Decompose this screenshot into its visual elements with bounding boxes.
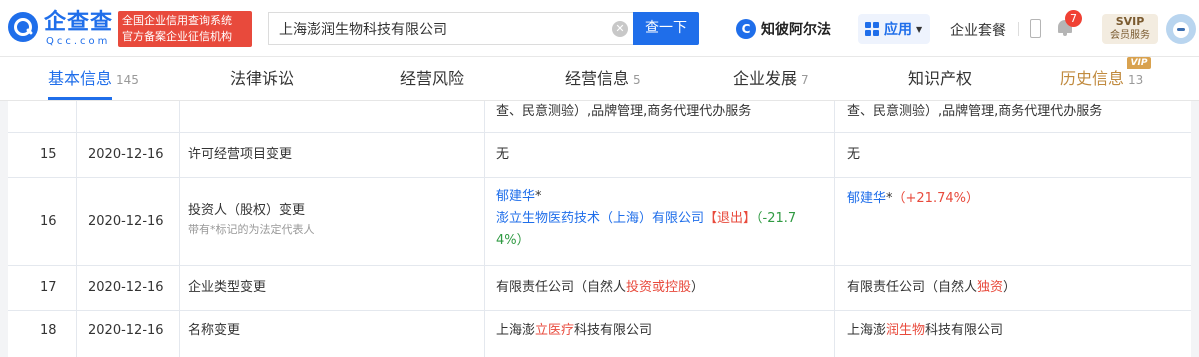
qcc-logo[interactable]: 企查查 Qcc.com [8, 10, 116, 48]
enterprise-package-link[interactable]: 企业套餐 [950, 20, 1006, 40]
investor-link[interactable]: 郁建华 [847, 191, 886, 206]
row-number: 16 [40, 214, 57, 229]
tab-count: 13 [1128, 73, 1144, 87]
zhibi-alpha-button[interactable]: C 知彼阿尔法 [732, 14, 835, 44]
zhibi-label: 知彼阿尔法 [761, 22, 831, 38]
after-value: 查、民意测验）,品牌管理,商务代理代办服务 [847, 104, 1103, 119]
row-number: 18 [40, 323, 57, 338]
tab-label: 法律诉讼 [230, 69, 295, 88]
tab-label: 经营风险 [400, 69, 465, 88]
table-row: 18 2020-12-16 名称变更 上海澎立医疗科技有限公司 上海澎润生物科技… [8, 311, 1191, 357]
slogan-badge: 全国企业信用查询系统 官方备案企业征信机构 [118, 11, 252, 47]
tab-development[interactable]: 企业发展 7 [733, 57, 809, 101]
after-value: 有限责任公司（自然人独资） [847, 280, 1017, 295]
magnifier-logo-icon [8, 12, 38, 42]
change-item: 许可经营项目变更 [188, 147, 293, 162]
share-change: （-21.7 [756, 211, 797, 226]
after-value: 上海澎润生物科技有限公司 [847, 323, 1004, 338]
tab-ip[interactable]: 知识产权 [908, 57, 972, 101]
logo-domain: Qcc.com [46, 36, 111, 47]
chevron-down-icon: ▼ [916, 24, 923, 34]
change-date: 2020-12-16 [88, 280, 164, 295]
tab-business[interactable]: 经营信息 5 [565, 57, 641, 101]
legal-rep-hint: 带有*标记的为法定代表人 [188, 223, 315, 236]
search-button[interactable]: 查一下 [633, 12, 699, 45]
user-avatar[interactable] [1166, 14, 1196, 44]
row-number: 17 [40, 280, 57, 295]
tab-count: 7 [801, 73, 809, 87]
top-header: 企查查 Qcc.com 全国企业信用查询系统 官方备案企业征信机构 ✕ 查一下 … [0, 0, 1199, 57]
before-value: 有限责任公司（自然人投资或控股） [496, 280, 705, 295]
investor-link[interactable]: 郁建华 [496, 189, 535, 204]
header-divider [1018, 22, 1019, 36]
exit-tag: 【退出】 [704, 211, 757, 226]
svip-label: SVIP [1115, 15, 1145, 28]
search-box: ✕ [268, 12, 633, 45]
slogan-line-2: 官方备案企业征信机构 [122, 30, 232, 43]
tab-label: 历史信息 [1060, 69, 1125, 88]
tab-label: 基本信息 [48, 69, 113, 88]
zhibi-logo-icon: C [736, 19, 756, 39]
tab-legal[interactable]: 法律诉讼 [230, 57, 294, 101]
tab-label: 企业发展 [733, 69, 798, 88]
logo-text: 企查查 [44, 10, 114, 35]
search-input[interactable] [279, 13, 599, 44]
tab-label: 经营信息 [565, 69, 630, 88]
share-change-continued: 4%） [496, 233, 530, 248]
change-date: 2020-12-16 [88, 214, 164, 229]
tab-count: 145 [116, 73, 139, 87]
change-date: 2020-12-16 [88, 147, 164, 162]
change-item: 投资人（股权）变更 [188, 203, 306, 218]
section-tabs: 基本信息 145 法律诉讼 经营风险 经营信息 5 企业发展 7 知识产权 历史信息 1… [0, 57, 1199, 101]
apps-label: 应用 [884, 22, 912, 38]
row-number: 15 [40, 147, 57, 162]
grid-icon [865, 22, 879, 36]
investor-company-link[interactable]: 澎立生物医药技术（上海）有限公司 [496, 211, 704, 226]
mobile-phone-icon[interactable] [1030, 19, 1041, 38]
notification-badge: 7 [1065, 10, 1082, 27]
slogan-line-1: 全国企业信用查询系统 [122, 14, 232, 27]
active-tab-indicator [48, 97, 112, 100]
table-row: 15 2020-12-16 许可经营项目变更 无 无 [8, 133, 1191, 178]
before-value: 无 [496, 147, 510, 162]
change-date: 2020-12-16 [88, 323, 164, 338]
tab-label: 知识产权 [908, 69, 973, 88]
apps-menu-button[interactable]: 应用 ▼ [858, 14, 930, 44]
tab-risk[interactable]: 经营风险 [400, 57, 464, 101]
after-value: 无 [847, 147, 861, 162]
share-change: （+21.74%） [892, 191, 979, 206]
table-row: 16 2020-12-16 投资人（股权）变更 带有*标记的为法定代表人 郁建华… [8, 178, 1191, 266]
tab-basic-info[interactable]: 基本信息 145 [48, 57, 139, 101]
table-row: 17 2020-12-16 企业类型变更 有限责任公司（自然人投资或控股） 有限… [8, 266, 1191, 311]
table-row: 查、民意测验）,品牌管理,商务代理代办服务 查、民意测验）,品牌管理,商务代理代… [8, 101, 1191, 133]
vip-tag: VIP [1127, 57, 1151, 69]
change-item: 企业类型变更 [188, 280, 267, 295]
change-item: 名称变更 [188, 323, 241, 338]
clear-icon[interactable]: ✕ [612, 21, 628, 37]
member-service-label: 会员服务 [1110, 30, 1150, 41]
before-value: 上海澎立医疗科技有限公司 [496, 323, 653, 338]
legal-rep-mark: * [535, 189, 542, 204]
before-value: 查、民意测验）,品牌管理,商务代理代办服务 [496, 104, 752, 119]
tab-count: 5 [633, 73, 641, 87]
svip-member-button[interactable]: SVIP 会员服务 [1102, 14, 1158, 44]
